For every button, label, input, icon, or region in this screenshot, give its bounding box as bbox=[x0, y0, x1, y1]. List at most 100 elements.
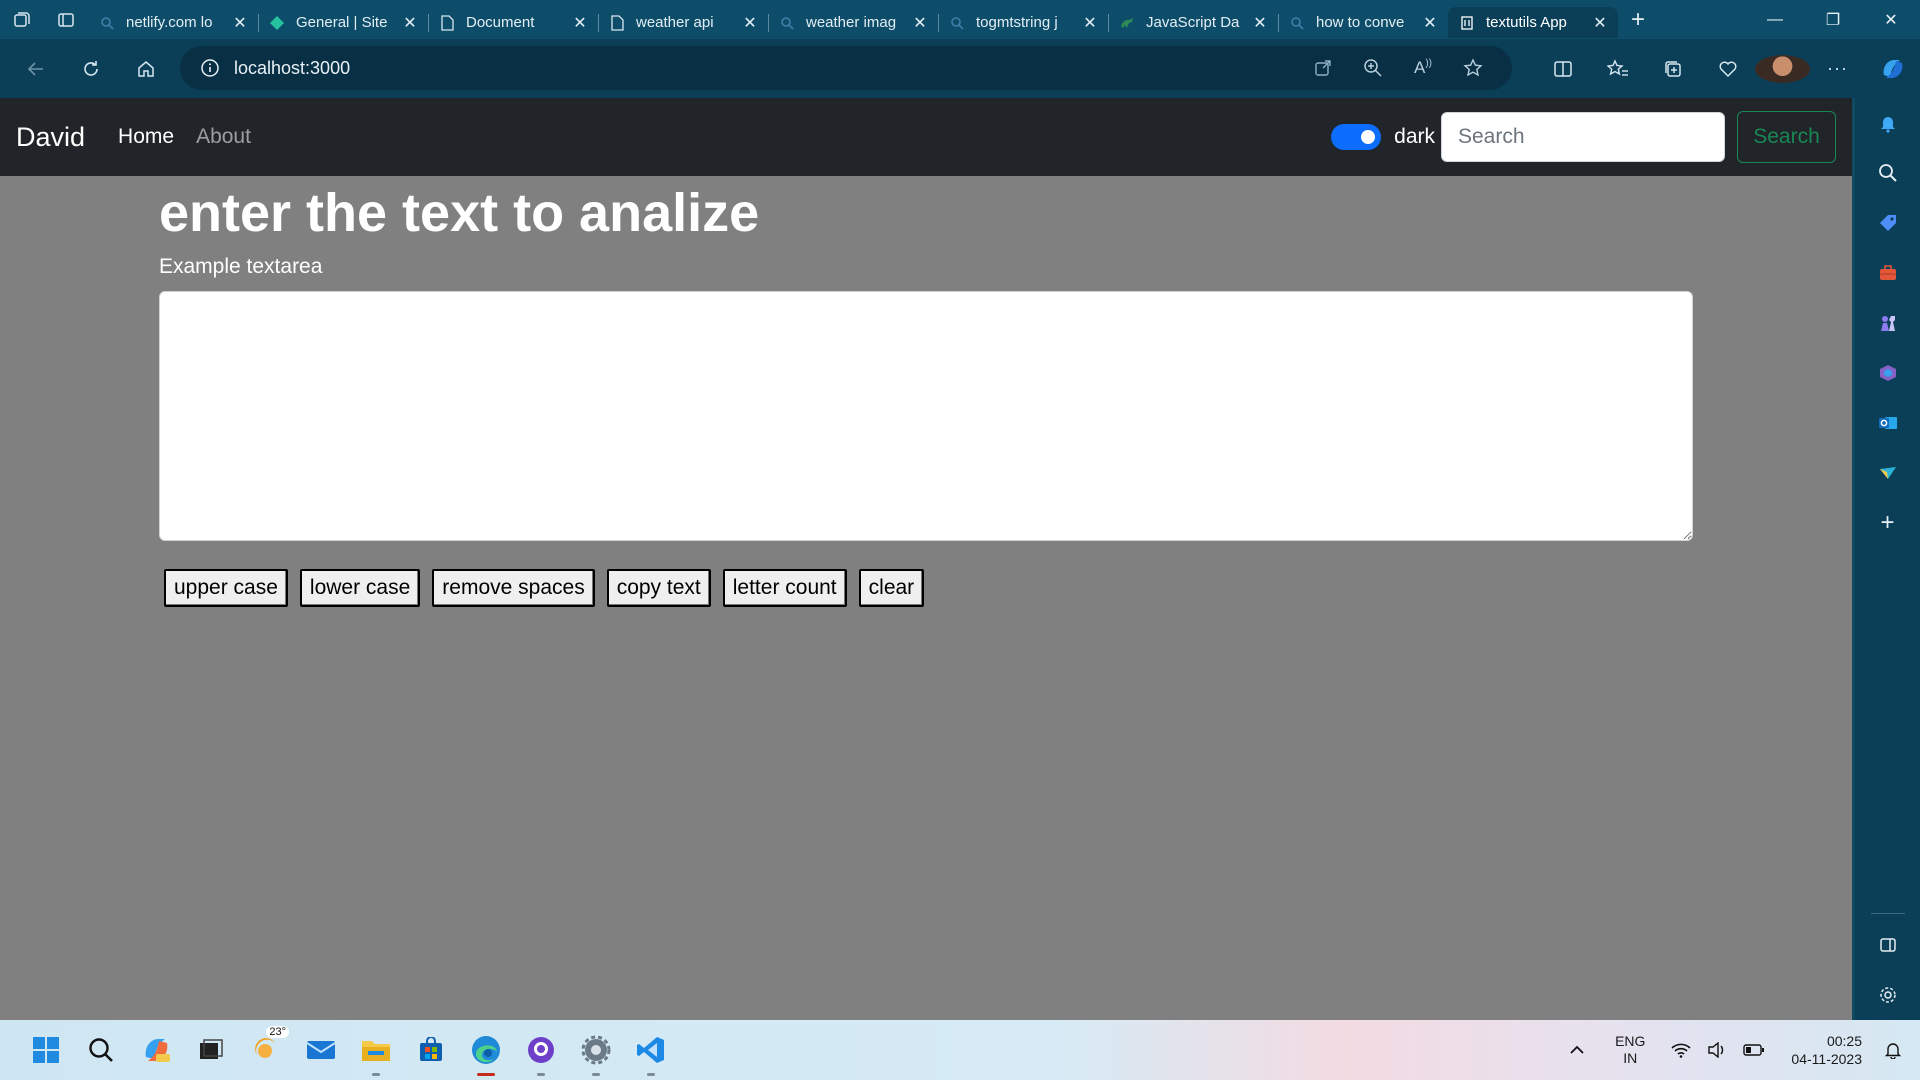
restore-icon[interactable]: ❐ bbox=[1804, 0, 1862, 39]
more-menu-icon[interactable]: ··· bbox=[1810, 58, 1865, 79]
close-icon[interactable]: ✕ bbox=[1422, 13, 1438, 33]
remove-spaces-button[interactable]: remove spaces bbox=[432, 569, 595, 607]
new-tab-icon[interactable]: + bbox=[1618, 0, 1658, 39]
refresh-icon[interactable] bbox=[63, 39, 118, 98]
navbar-brand[interactable]: David bbox=[16, 122, 85, 153]
collections-icon[interactable] bbox=[1645, 59, 1700, 79]
taskbar-apps: 23° bbox=[18, 1020, 678, 1080]
language-code: ENG bbox=[1615, 1033, 1646, 1049]
browser-tab[interactable]: togmtstring j ✕ bbox=[938, 7, 1108, 38]
site-info-icon[interactable] bbox=[188, 58, 232, 78]
hide-sidebar-icon[interactable] bbox=[1855, 920, 1920, 970]
close-icon[interactable]: ✕ bbox=[1252, 13, 1268, 33]
lower-case-button[interactable]: lower case bbox=[299, 569, 421, 607]
url-text[interactable]: localhost:3000 bbox=[234, 58, 1298, 79]
volume-icon[interactable] bbox=[1707, 1042, 1727, 1058]
address-bar[interactable]: localhost:3000 A)) bbox=[180, 46, 1512, 90]
copilot-preview-icon[interactable] bbox=[128, 1020, 183, 1080]
close-icon[interactable]: ✕ bbox=[402, 13, 418, 33]
wifi-icon[interactable] bbox=[1671, 1042, 1691, 1058]
close-icon[interactable]: ✕ bbox=[572, 13, 588, 33]
close-icon[interactable]: ✕ bbox=[912, 13, 928, 33]
tools-briefcase-icon[interactable] bbox=[1855, 248, 1920, 298]
browser-tab[interactable]: Document ✕ bbox=[428, 7, 598, 38]
windows-start-icon[interactable] bbox=[18, 1020, 73, 1080]
language-indicator[interactable]: ENG IN bbox=[1615, 1033, 1645, 1067]
copilot-icon[interactable] bbox=[1865, 57, 1920, 81]
tab-title: netlify.com lo bbox=[126, 14, 213, 31]
close-icon[interactable]: ✕ bbox=[1082, 13, 1098, 33]
close-icon[interactable]: ✕ bbox=[232, 13, 248, 33]
react-app-icon bbox=[1458, 14, 1476, 32]
open-in-app-icon[interactable] bbox=[1298, 59, 1348, 77]
browser-tab[interactable]: weather imag ✕ bbox=[768, 7, 938, 38]
show-hidden-icons-chevron-icon[interactable] bbox=[1569, 1045, 1585, 1055]
favorites-icon[interactable] bbox=[1590, 58, 1645, 79]
running-indicator bbox=[536, 1073, 545, 1076]
shopping-tag-icon[interactable] bbox=[1855, 198, 1920, 248]
dark-mode-toggle[interactable] bbox=[1331, 124, 1382, 150]
notifications-bell-icon[interactable] bbox=[1855, 98, 1920, 148]
notification-bell-icon[interactable] bbox=[1884, 1041, 1902, 1059]
search-icon bbox=[778, 14, 796, 32]
browser-tab[interactable]: JavaScript Da ✕ bbox=[1108, 7, 1278, 38]
browser-tab-strip: netlify.com lo ✕ General | Site ✕ Docume… bbox=[0, 0, 1920, 39]
nav-link-about[interactable]: About bbox=[196, 125, 251, 149]
browser-tab[interactable]: how to conve ✕ bbox=[1278, 7, 1448, 38]
edge-browser-icon[interactable] bbox=[458, 1020, 513, 1080]
games-chess-icon[interactable] bbox=[1855, 298, 1920, 348]
outlook-icon[interactable] bbox=[1855, 398, 1920, 448]
clock-time: 00:25 bbox=[1826, 1033, 1862, 1049]
settings-gear-icon[interactable] bbox=[568, 1020, 623, 1080]
text-input-area[interactable] bbox=[159, 291, 1693, 541]
nav-link-home[interactable]: Home bbox=[118, 125, 174, 149]
app-navbar: David Home About dark Search bbox=[0, 98, 1852, 176]
browser-sidebar: + bbox=[1855, 98, 1920, 1020]
search-icon[interactable] bbox=[1855, 148, 1920, 198]
sidebar-settings-gear-icon[interactable] bbox=[1855, 970, 1920, 1020]
browser-tab[interactable]: General | Site ✕ bbox=[258, 7, 428, 38]
drop-send-icon[interactable] bbox=[1855, 448, 1920, 498]
browser-tab[interactable]: netlify.com lo ✕ bbox=[88, 7, 258, 38]
back-icon[interactable] bbox=[8, 39, 63, 98]
microsoft-365-icon[interactable] bbox=[1855, 348, 1920, 398]
file-explorer-icon[interactable] bbox=[348, 1020, 403, 1080]
tab-title: weather imag bbox=[806, 14, 897, 31]
close-icon[interactable]: ✕ bbox=[742, 13, 758, 33]
search-button[interactable]: Search bbox=[1737, 111, 1836, 163]
split-screen-icon[interactable] bbox=[1535, 59, 1590, 79]
clear-button[interactable]: clear bbox=[858, 569, 925, 607]
window-close-icon[interactable]: ✕ bbox=[1862, 0, 1920, 39]
weather-widget-icon[interactable]: 23° bbox=[238, 1020, 293, 1080]
minimize-icon[interactable]: — bbox=[1746, 0, 1804, 39]
mail-icon[interactable] bbox=[293, 1020, 348, 1080]
vscode-icon[interactable] bbox=[623, 1020, 678, 1080]
navbar-right: dark Search bbox=[1331, 111, 1836, 163]
letter-count-button[interactable]: letter count bbox=[722, 569, 847, 607]
close-icon[interactable]: ✕ bbox=[1592, 13, 1608, 33]
windows-taskbar: 23° ENG IN 00:25 04-11-2023 bbox=[0, 1020, 1920, 1080]
home-icon[interactable] bbox=[118, 39, 173, 98]
search-input[interactable] bbox=[1441, 112, 1725, 162]
microsoft-store-icon[interactable] bbox=[403, 1020, 458, 1080]
workspaces-icon[interactable] bbox=[0, 0, 44, 39]
browser-essentials-icon[interactable] bbox=[1700, 59, 1755, 79]
tab-actions-icon[interactable] bbox=[44, 0, 88, 39]
taskbar-search-icon[interactable] bbox=[73, 1020, 128, 1080]
battery-icon[interactable] bbox=[1743, 1044, 1765, 1056]
github-desktop-icon[interactable] bbox=[513, 1020, 568, 1080]
running-indicator bbox=[371, 1073, 380, 1076]
zoom-icon[interactable] bbox=[1348, 58, 1398, 78]
browser-tab[interactable]: weather api ✕ bbox=[598, 7, 768, 38]
window-controls: — ❐ ✕ bbox=[1746, 0, 1920, 39]
dinosaur-icon bbox=[1118, 14, 1136, 32]
task-view-icon[interactable] bbox=[183, 1020, 238, 1080]
copy-text-button[interactable]: copy text bbox=[606, 569, 711, 607]
profile-avatar[interactable] bbox=[1755, 54, 1810, 83]
browser-tab-active[interactable]: textutils App ✕ bbox=[1448, 7, 1618, 38]
favorite-star-icon[interactable] bbox=[1448, 58, 1498, 78]
taskbar-clock[interactable]: 00:25 04-11-2023 bbox=[1791, 1032, 1862, 1068]
read-aloud-icon[interactable]: A)) bbox=[1398, 58, 1448, 78]
upper-case-button[interactable]: upper case bbox=[164, 569, 288, 607]
add-sidebar-app-icon[interactable]: + bbox=[1855, 498, 1920, 548]
